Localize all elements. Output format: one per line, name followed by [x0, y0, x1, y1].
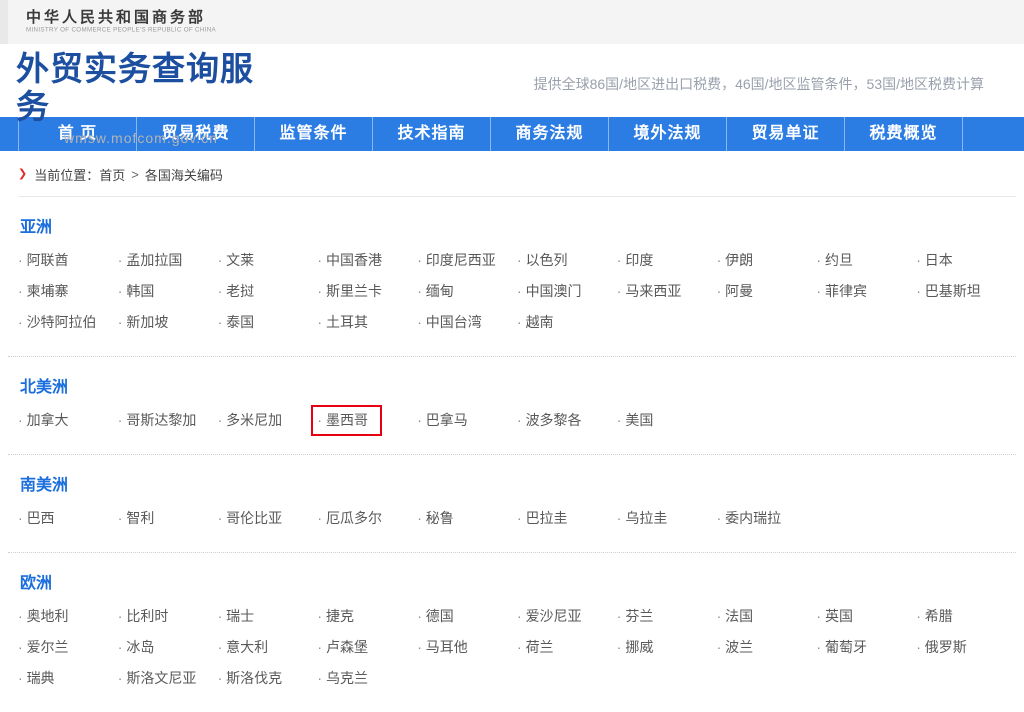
country-link[interactable]: 新加坡 — [118, 312, 169, 343]
country-link[interactable]: 爱沙尼亚 — [517, 606, 582, 637]
section-europe: 欧洲奥地利 比利时 瑞士 捷克 德国 爱沙尼亚 芬兰 法国 英国 希腊爱尔兰 冰岛 意大利 卢森堡 马耳他… — [0, 553, 1024, 712]
country-link[interactable]: 中国台湾 — [417, 312, 482, 343]
country-link[interactable]: 意大利 — [218, 637, 269, 668]
ministry-logo-text: 中华人民共和国商务部 MINISTRY OF COMMERCE PEOPLE'S… — [26, 9, 270, 35]
country-link[interactable]: 希腊 — [916, 606, 953, 637]
country-link[interactable]: 芬兰 — [617, 606, 654, 637]
section-title-north-america: 北美洲 — [20, 373, 1016, 397]
country-link[interactable]: 柬埔寨 — [18, 281, 69, 312]
country-link[interactable]: 巴拿马 — [417, 410, 468, 441]
country-link[interactable]: 波多黎各 — [517, 410, 582, 441]
country-link[interactable]: 爱尔兰 — [18, 637, 69, 668]
country-link-highlighted[interactable]: 墨西哥 — [311, 405, 382, 436]
country-link[interactable]: 法国 — [717, 606, 754, 637]
country-link[interactable]: 多米尼加 — [218, 410, 283, 441]
country-link[interactable]: 哥斯达黎加 — [118, 410, 197, 441]
ministry-name-en: MINISTRY OF COMMERCE PEOPLE'S REPUBLIC O… — [26, 26, 216, 33]
country-link[interactable]: 以色列 — [517, 250, 568, 281]
country-link[interactable]: 德国 — [417, 606, 454, 637]
country-link[interactable]: 委内瑞拉 — [717, 508, 782, 539]
country-link[interactable]: 乌克兰 — [317, 668, 368, 699]
country-link[interactable]: 阿联酋 — [18, 250, 69, 281]
breadcrumb-arrow-icon: ❯ — [18, 169, 27, 180]
country-link[interactable]: 伊朗 — [717, 250, 754, 281]
country-link[interactable]: 厄瓜多尔 — [317, 508, 382, 539]
country-link[interactable]: 文莱 — [218, 250, 255, 281]
site-url: wmsw.mofcom.gov.cn — [16, 130, 266, 146]
nav-tab-4[interactable]: 技术指南 — [373, 117, 491, 151]
nav-tab-6[interactable]: 境外法规 — [609, 117, 727, 151]
country-link[interactable]: 哥伦比亚 — [218, 508, 283, 539]
country-link[interactable]: 土耳其 — [317, 312, 368, 343]
country-link[interactable]: 斯里兰卡 — [317, 281, 382, 312]
country-link[interactable]: 印度尼西亚 — [417, 250, 496, 281]
country-link[interactable]: 卢森堡 — [317, 637, 368, 668]
country-link[interactable]: 波兰 — [717, 637, 754, 668]
ministry-name-cn: 中华人民共和国商务部 — [26, 9, 270, 26]
section-south-america: 南美洲巴西 智利 哥伦比亚 厄瓜多尔 秘鲁 巴拉圭 乌拉圭 委内瑞拉 — [0, 455, 1024, 552]
country-link[interactable]: 乌拉圭 — [617, 508, 668, 539]
nav-tab-5[interactable]: 商务法规 — [491, 117, 609, 151]
country-link[interactable]: 巴基斯坦 — [916, 281, 981, 312]
country-link[interactable]: 马来西亚 — [617, 281, 682, 312]
brand-block: 外贸实务查询服务 wmsw.mofcom.gov.cn — [16, 50, 276, 146]
section-north-america: 北美洲加拿大 哥斯达黎加多米尼加墨西哥 巴拿马 波多黎各 美国 — [0, 357, 1024, 454]
country-link[interactable]: 巴西 — [18, 508, 55, 539]
country-link[interactable]: 斯洛文尼亚 — [118, 668, 197, 699]
breadcrumb: ❯ 当前位置： 首页 > 各国海关编码 — [18, 165, 1016, 197]
country-link[interactable]: 中国澳门 — [517, 281, 582, 312]
country-link[interactable]: 美国 — [617, 410, 654, 441]
nav-tab-8[interactable]: 税费概览 — [845, 117, 963, 151]
breadcrumb-current: 各国海关编码 — [145, 165, 223, 184]
country-grid: 阿联酋 孟加拉国 文莱 中国香港 印度尼西亚以色列 印度 伊朗 约旦 日本柬埔寨 韩国 老挝 斯里兰卡… — [8, 250, 1016, 343]
site-title: 外贸实务查询服务 — [16, 50, 276, 126]
continent-sections: 亚洲阿联酋 孟加拉国 文莱 中国香港 印度尼西亚以色列 印度 伊朗 约旦 日本柬埔寨 韩国 老挝 斯里… — [0, 197, 1024, 712]
nav-tab-7[interactable]: 贸易单证 — [727, 117, 845, 151]
country-link[interactable]: 日本 — [916, 250, 953, 281]
country-link[interactable]: 韩国 — [118, 281, 155, 312]
country-link[interactable]: 巴拉圭 — [517, 508, 568, 539]
section-title-asia: 亚洲 — [20, 213, 1016, 237]
country-link[interactable]: 奥地利 — [18, 606, 69, 637]
country-link[interactable]: 沙特阿拉伯 — [18, 312, 97, 343]
country-grid: 巴西 智利 哥伦比亚 厄瓜多尔 秘鲁 巴拉圭 乌拉圭 委内瑞拉 — [8, 508, 1016, 539]
country-link[interactable]: 越南 — [517, 312, 554, 343]
country-link[interactable]: 冰岛 — [118, 637, 155, 668]
country-link[interactable]: 荷兰 — [517, 637, 554, 668]
country-link[interactable]: 秘鲁 — [417, 508, 454, 539]
country-link[interactable]: 智利 — [118, 508, 155, 539]
country-link[interactable]: 孟加拉国 — [118, 250, 183, 281]
section-title-south-america: 南美洲 — [20, 471, 1016, 495]
section-asia: 亚洲阿联酋 孟加拉国 文莱 中国香港 印度尼西亚以色列 印度 伊朗 约旦 日本柬埔寨 韩国 老挝 斯里… — [0, 197, 1024, 356]
section-title-europe: 欧洲 — [20, 569, 1016, 593]
breadcrumb-separator: > — [131, 167, 139, 182]
country-grid: 加拿大哥斯达黎加多米尼加墨西哥巴拿马波多黎各美国 — [8, 410, 1016, 441]
country-link[interactable]: 比利时 — [118, 606, 169, 637]
masthead: 外贸实务查询服务 wmsw.mofcom.gov.cn 提供全球86国/地区进出… — [0, 44, 1024, 117]
country-link[interactable]: 俄罗斯 — [916, 637, 967, 668]
country-link[interactable]: 加拿大 — [18, 410, 69, 441]
country-link[interactable]: 泰国 — [218, 312, 255, 343]
country-link[interactable]: 捷克 — [317, 606, 354, 637]
country-link[interactable]: 老挝 — [218, 281, 255, 312]
country-link[interactable]: 马耳他 — [417, 637, 468, 668]
service-tagline: 提供全球86国/地区进出口税费，46国/地区监管条件，53国/地区税费计算 — [534, 74, 984, 94]
breadcrumb-label: 当前位置： — [34, 165, 99, 184]
country-link[interactable]: 瑞士 — [218, 606, 255, 637]
gov-header: 中华人民共和国商务部 MINISTRY OF COMMERCE PEOPLE'S… — [0, 0, 1024, 44]
country-link[interactable]: 印度 — [617, 250, 654, 281]
country-link[interactable]: 斯洛伐克 — [218, 668, 283, 699]
country-grid: 奥地利 比利时 瑞士 捷克 德国 爱沙尼亚 芬兰 法国 英国 希腊爱尔兰 冰岛 意大利 卢森堡 马耳他 荷兰… — [8, 606, 1016, 699]
country-link[interactable]: 阿曼 — [717, 281, 754, 312]
country-link[interactable]: 葡萄牙 — [816, 637, 867, 668]
country-link[interactable]: 中国香港 — [317, 250, 382, 281]
country-link[interactable]: 英国 — [816, 606, 853, 637]
country-link[interactable]: 缅甸 — [417, 281, 454, 312]
country-link[interactable]: 瑞典 — [18, 668, 55, 699]
country-link[interactable]: 挪威 — [617, 637, 654, 668]
breadcrumb-home-link[interactable]: 首页 — [99, 165, 125, 184]
country-link[interactable]: 约旦 — [816, 250, 853, 281]
country-link[interactable]: 菲律宾 — [816, 281, 867, 312]
